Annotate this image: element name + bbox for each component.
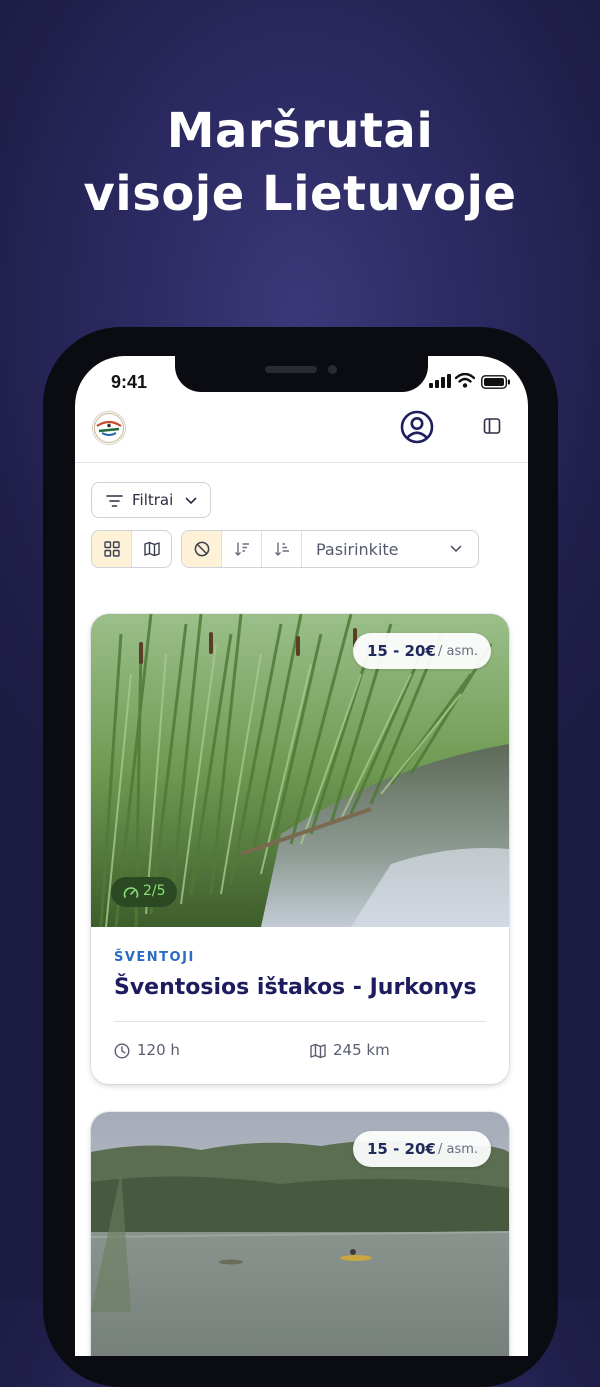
- headline-line-2: visoje Lietuvoje: [83, 166, 517, 222]
- sidebar-toggle-icon[interactable]: [483, 417, 501, 435]
- price-value: 15 - 20€: [367, 642, 436, 660]
- route-region: ŠVENTOJI: [114, 950, 195, 965]
- price-unit: / asm.: [438, 1142, 479, 1157]
- grid-view-button[interactable]: [92, 531, 132, 567]
- price-unit: / asm.: [438, 644, 479, 659]
- phone-screen: 9:41 Filtrai Pasirinkite 15 - 20€ / asm.…: [75, 356, 528, 1356]
- app-logo[interactable]: [92, 411, 126, 445]
- map-icon: [310, 1043, 326, 1059]
- route-title[interactable]: Šventosios ištakos - Jurkonys: [114, 975, 477, 1000]
- sort-ascending-button[interactable]: [262, 531, 302, 567]
- route-card[interactable]: 15 - 20€ / asm.: [91, 1112, 509, 1356]
- speaker: [265, 366, 317, 373]
- sort-none-button[interactable]: [182, 531, 222, 567]
- user-account-icon[interactable]: [400, 410, 434, 444]
- price-badge: 15 - 20€ / asm.: [353, 633, 491, 669]
- sort-descending-icon: [235, 542, 249, 556]
- phone-notch: [175, 356, 428, 392]
- promo-headline: Maršrutai visoje Lietuvoje: [0, 100, 600, 226]
- app-header: [75, 400, 528, 463]
- price-badge: 15 - 20€ / asm.: [353, 1131, 491, 1167]
- map-icon: [144, 541, 160, 557]
- filter-lines-icon: [106, 495, 123, 507]
- cellular-signal-icon: [429, 374, 451, 388]
- route-photo: 15 - 20€ / asm. 2/5: [91, 614, 509, 927]
- kayak-logo-icon: [94, 413, 124, 443]
- route-card[interactable]: 15 - 20€ / asm. 2/5 ŠVENTOJI Šventosios …: [91, 614, 509, 1084]
- camera: [328, 365, 337, 374]
- clock-icon: [114, 1043, 130, 1059]
- difficulty-value: 2/5: [143, 883, 166, 899]
- distance-value: 245 km: [333, 1041, 390, 1059]
- filters-label: Filtrai: [132, 491, 174, 509]
- chevron-down-icon: [450, 545, 462, 553]
- gauge-icon: [123, 887, 139, 898]
- grid-icon: [104, 541, 120, 557]
- sort-select-placeholder: Pasirinkite: [316, 540, 399, 559]
- wifi-icon: [455, 373, 475, 388]
- sort-field-select[interactable]: Pasirinkite: [302, 531, 478, 567]
- battery-icon: [481, 375, 510, 389]
- route-photo: 15 - 20€ / asm.: [91, 1112, 509, 1356]
- sort-controls: Pasirinkite: [181, 530, 479, 568]
- duration-value: 120 h: [137, 1041, 180, 1059]
- card-divider: [114, 1021, 486, 1022]
- filters-button[interactable]: Filtrai: [91, 482, 211, 518]
- price-value: 15 - 20€: [367, 1140, 436, 1158]
- status-time: 9:41: [111, 372, 148, 392]
- view-mode-toggle: [91, 530, 172, 568]
- ban-icon: [194, 541, 210, 557]
- map-view-button[interactable]: [132, 531, 171, 567]
- sort-ascending-icon: [275, 542, 289, 556]
- sort-descending-button[interactable]: [222, 531, 262, 567]
- headline-line-1: Maršrutai: [166, 103, 434, 159]
- chevron-down-icon: [185, 497, 197, 505]
- difficulty-badge: 2/5: [111, 877, 177, 907]
